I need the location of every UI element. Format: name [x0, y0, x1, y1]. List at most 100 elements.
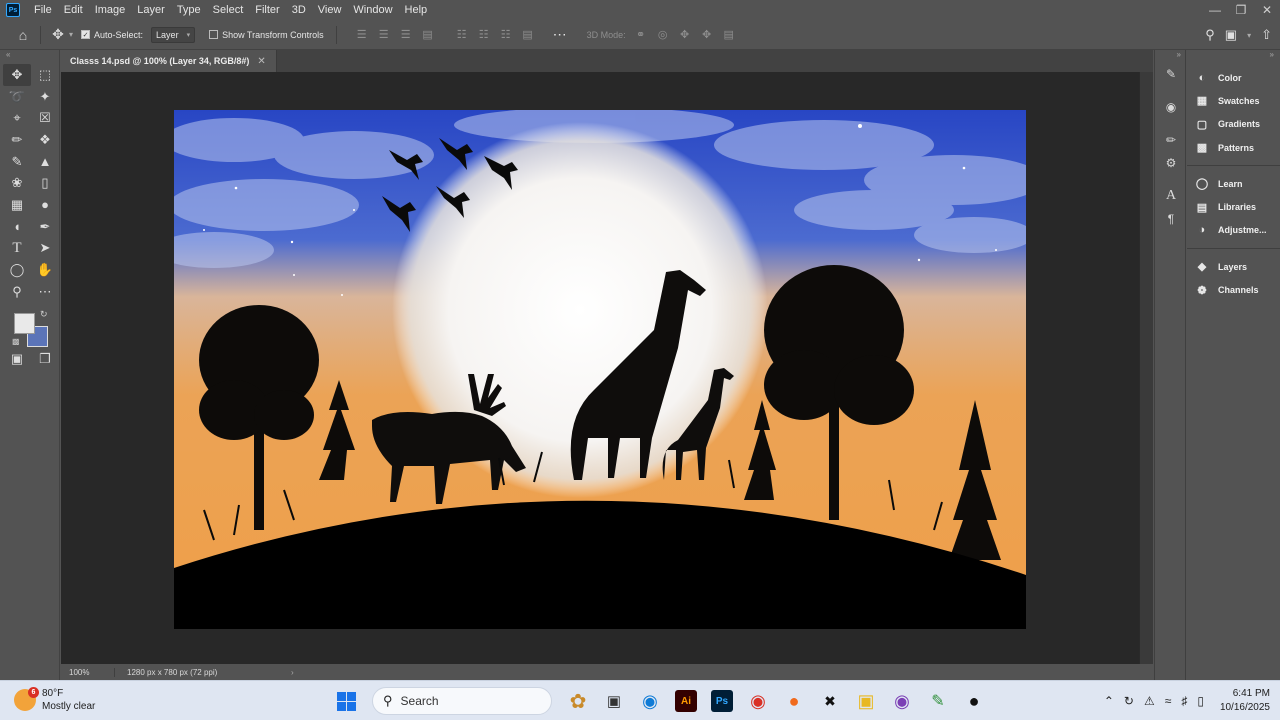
paint-app-icon[interactable]: ✎: [922, 685, 954, 717]
panel-adjustments[interactable]: ◑ Adjustme...: [1187, 219, 1280, 242]
ellipse-tool-icon[interactable]: ◯: [3, 259, 31, 281]
clock[interactable]: 6:41 PM 10/16/2025: [1220, 687, 1270, 715]
menu-layer[interactable]: Layer: [131, 0, 171, 20]
menu-filter[interactable]: Filter: [249, 0, 285, 20]
align-middle-v-icon[interactable]: ☷: [475, 28, 493, 41]
document-canvas[interactable]: [174, 110, 1026, 629]
crop-tool-icon[interactable]: ⌖: [3, 107, 31, 129]
type-tool-icon[interactable]: T: [3, 238, 31, 260]
photoshop-taskbar-icon[interactable]: Ps: [711, 690, 733, 712]
menu-image[interactable]: Image: [89, 0, 132, 20]
collapse-icon[interactable]: «: [0, 50, 59, 64]
share-icon[interactable]: ⇧: [1261, 27, 1272, 43]
swap-colors-icon[interactable]: ↻: [40, 309, 48, 320]
3d-roll-icon[interactable]: ◎: [654, 28, 672, 41]
vertical-scrollbar[interactable]: [1139, 72, 1153, 664]
obs-icon[interactable]: ●: [958, 685, 990, 717]
close-tab-icon[interactable]: ✕: [257, 56, 265, 67]
taskbar-search[interactable]: ⚲ Search: [372, 687, 552, 715]
illustrator-icon[interactable]: Ai: [675, 690, 697, 712]
panel-gradients[interactable]: ▢ Gradients: [1187, 113, 1280, 136]
brush-settings-icon[interactable]: ✏: [1155, 128, 1187, 151]
chrome-icon[interactable]: ◉: [742, 685, 774, 717]
path-select-tool-icon[interactable]: ➤: [31, 238, 59, 260]
capcut-icon[interactable]: ✖: [814, 685, 846, 717]
eyedropper-tool-icon[interactable]: ✏: [3, 129, 31, 151]
menu-edit[interactable]: Edit: [58, 0, 89, 20]
align-left-icon[interactable]: ☰: [353, 28, 371, 41]
chevron-right-icon[interactable]: ›: [291, 668, 294, 677]
panel-libraries[interactable]: ▤ Libraries: [1187, 195, 1280, 218]
auto-select-dropdown[interactable]: Layer ▾: [151, 26, 196, 43]
menu-3d[interactable]: 3D: [286, 0, 312, 20]
collapse-icon[interactable]: »: [1187, 50, 1280, 66]
restore-icon[interactable]: ❐: [1228, 0, 1254, 20]
align-bottom-icon[interactable]: ☷: [497, 28, 515, 41]
align-center-h-icon[interactable]: ☰: [375, 28, 393, 41]
menu-view[interactable]: View: [312, 0, 348, 20]
zoom-level[interactable]: 100%: [61, 667, 115, 677]
adjust-sliders-icon[interactable]: ⚙: [1155, 151, 1187, 174]
edit-toolbar-icon[interactable]: ⋯: [31, 281, 59, 303]
document-tab[interactable]: Classs 14.psd @ 100% (Layer 34, RGB/8#) …: [61, 50, 277, 72]
eraser-tool-icon[interactable]: ▯: [31, 172, 59, 194]
weather-widget[interactable]: 6 80°F Mostly clear: [14, 687, 95, 713]
auto-select-checkbox[interactable]: ✓: [81, 30, 91, 39]
quick-select-tool-icon[interactable]: ✦: [31, 86, 59, 108]
collapse-icon[interactable]: »: [1155, 50, 1185, 62]
foreground-color-swatch[interactable]: [14, 312, 35, 334]
3d-pan-icon[interactable]: ✥: [676, 28, 694, 41]
speaker-muted-icon[interactable]: ♯: [1181, 694, 1187, 708]
3d-camera-icon[interactable]: ▤: [720, 28, 738, 41]
align-top-icon[interactable]: ☷: [453, 28, 471, 41]
menu-file[interactable]: File: [28, 0, 58, 20]
pen-tool-icon[interactable]: ✒: [31, 216, 59, 238]
distribute-icon[interactable]: ▤: [419, 28, 437, 41]
podcast-app-icon[interactable]: ◉: [886, 685, 918, 717]
frame-tool-icon[interactable]: ☒: [31, 107, 59, 129]
search-icon[interactable]: ⚲: [1205, 27, 1215, 43]
menu-window[interactable]: Window: [347, 0, 398, 20]
show-transform-checkbox[interactable]: [209, 30, 219, 39]
start-button[interactable]: [330, 685, 362, 717]
panel-learn[interactable]: ◯ Learn: [1187, 172, 1280, 195]
3d-slide-icon[interactable]: ✥: [698, 28, 716, 41]
character-panel-icon[interactable]: A: [1155, 184, 1187, 207]
file-explorer-icon[interactable]: ▣: [850, 685, 882, 717]
move-tool-icon[interactable]: ✥: [3, 64, 31, 86]
paragraph-panel-icon[interactable]: ¶: [1155, 207, 1187, 230]
zoom-tool-icon[interactable]: ⚲: [3, 281, 31, 303]
move-tool-preset-icon[interactable]: ✥: [47, 24, 69, 46]
wifi-icon[interactable]: ≈: [1165, 694, 1172, 708]
panel-swatches[interactable]: ▦ Swatches: [1187, 89, 1280, 112]
history-panel-icon[interactable]: ✎: [1155, 62, 1187, 85]
panel-patterns[interactable]: ▩ Patterns: [1187, 136, 1280, 159]
close-icon[interactable]: ✕: [1254, 0, 1280, 20]
workspace-icon[interactable]: ▣: [1225, 27, 1237, 43]
minimize-icon[interactable]: —: [1202, 0, 1228, 20]
dodge-tool-icon[interactable]: ◖: [3, 216, 31, 238]
screen-mode-icon[interactable]: ❐: [31, 349, 59, 371]
chevron-up-icon[interactable]: ⌃: [1104, 694, 1114, 708]
distribute-v-icon[interactable]: ▤: [519, 28, 537, 41]
task-view-icon[interactable]: ▣: [598, 685, 630, 717]
battery-icon[interactable]: ▯: [1197, 694, 1204, 708]
bell-off-icon[interactable]: ⚠: [1144, 694, 1155, 708]
edge-icon[interactable]: ◉: [634, 685, 666, 717]
lasso-tool-icon[interactable]: ➰: [3, 86, 31, 108]
gradient-tool-icon[interactable]: ▦: [3, 194, 31, 216]
menu-type[interactable]: Type: [171, 0, 207, 20]
history-brush-tool-icon[interactable]: ❀: [3, 172, 31, 194]
panel-channels[interactable]: ❁ Channels: [1187, 278, 1280, 301]
healing-brush-tool-icon[interactable]: ❖: [31, 129, 59, 151]
menu-select[interactable]: Select: [207, 0, 250, 20]
panel-layers[interactable]: ◆ Layers: [1187, 255, 1280, 278]
panel-color[interactable]: ◐ Color: [1187, 66, 1280, 89]
brush-tool-icon[interactable]: ✎: [3, 151, 31, 173]
firefox-icon[interactable]: ●: [778, 685, 810, 717]
stamp-tool-icon[interactable]: ▲: [31, 151, 59, 173]
more-options-icon[interactable]: ⋯: [553, 26, 567, 43]
hand-tool-icon[interactable]: ✋: [31, 259, 59, 281]
default-colors-icon[interactable]: ▩: [12, 337, 20, 346]
menu-help[interactable]: Help: [399, 0, 434, 20]
